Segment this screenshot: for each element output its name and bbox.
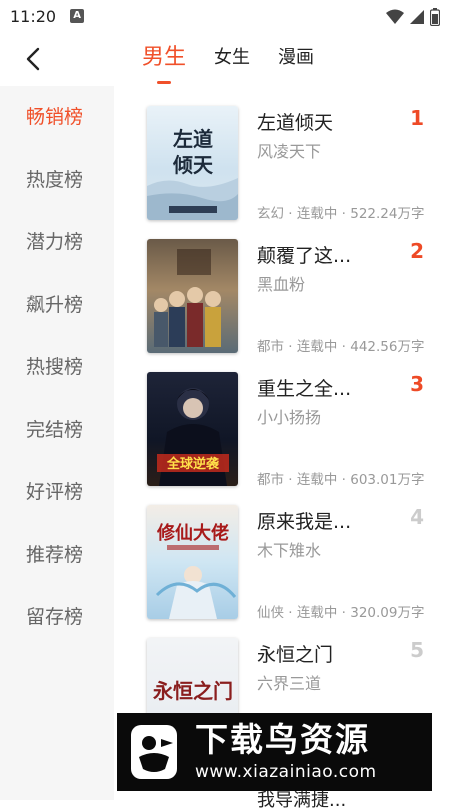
cover-art [154, 249, 221, 347]
sidebar-item-hot-search[interactable]: 热搜榜 [0, 336, 114, 399]
status-bar: 11:20 A [0, 0, 450, 32]
sidebar-item-potential[interactable]: 潜力榜 [0, 211, 114, 274]
book-item[interactable]: 左道 倾天 左道倾天 风凌天下 玄幻 · 连载中 · 522.24万字 1 [114, 86, 450, 222]
sidebar-item-top-rated[interactable]: 好评榜 [0, 461, 114, 524]
a-icon: A [70, 9, 85, 23]
book-title: 重生之全... [257, 378, 352, 400]
wifi-icon [386, 9, 404, 24]
sidebar-item-retention[interactable]: 留存榜 [0, 586, 114, 649]
status-time: 11:20 [10, 6, 57, 26]
chevron-left-icon[interactable] [22, 46, 46, 72]
svg-text:左道: 左道 [173, 127, 213, 151]
book-author: 小小扬扬 [257, 408, 322, 427]
book-author: 风凌天下 [257, 142, 322, 161]
watermark-url: www.xiazainiao.com [195, 762, 377, 782]
svg-text:修仙大佬: 修仙大佬 [156, 522, 229, 544]
book-author: 木下雉水 [257, 541, 322, 560]
cover-art: 左道 倾天 [147, 127, 238, 220]
tab-female[interactable]: 女生 [214, 42, 250, 74]
header: 男生 女生 漫画 [0, 32, 450, 86]
site-watermark: 下载鸟资源 www.xiazainiao.com [117, 713, 432, 791]
book-list: 左道 倾天 左道倾天 风凌天下 玄幻 · 连载中 · 522.24万字 1 颠覆… [114, 86, 450, 800]
rank-number: 4 [410, 505, 424, 529]
book-title: 原来我是... [257, 511, 352, 533]
bird-logo-icon [131, 725, 177, 779]
book-cover [147, 239, 238, 353]
book-cover: 左道 倾天 [147, 106, 238, 220]
svg-text:倾天: 倾天 [172, 153, 214, 177]
watermark-title: 下载鸟资源 [195, 720, 370, 759]
book-title: 永恒之门 [257, 644, 334, 666]
book-title: 颠覆了这... [257, 245, 352, 267]
cover-art: 修仙大佬 [155, 522, 237, 619]
sidebar-item-popular[interactable]: 热度榜 [0, 149, 114, 212]
sidebar-item-rising[interactable]: 飙升榜 [0, 274, 114, 337]
cover-art: 全球逆袭 [157, 388, 229, 486]
book-author: 黑血粉 [257, 275, 306, 294]
ranking-sidebar: 畅销榜 热度榜 潜力榜 飙升榜 热搜榜 完结榜 好评榜 推荐榜 留存榜 [0, 86, 114, 800]
book-cover: 全球逆袭 [147, 372, 238, 486]
book-author: 六界三道 [257, 674, 322, 693]
sidebar-item-recommended[interactable]: 推荐榜 [0, 524, 114, 587]
tab-male[interactable]: 男生 [142, 42, 186, 74]
book-item[interactable]: 修仙大佬 原来我是... 木下雉水 仙侠 · 连载中 · 320.09万字 4 [114, 485, 450, 621]
svg-text:全球逆袭: 全球逆袭 [166, 456, 220, 472]
signal-icon [410, 10, 424, 24]
rank-number: 2 [410, 239, 424, 263]
sidebar-item-bestseller[interactable]: 畅销榜 [0, 86, 114, 149]
svg-text:永恒之门: 永恒之门 [152, 679, 233, 703]
sidebar-item-completed[interactable]: 完结榜 [0, 399, 114, 462]
book-title: 左道倾天 [257, 112, 334, 134]
gender-tabs: 男生 女生 漫画 [142, 42, 342, 74]
rank-number: 1 [410, 106, 424, 130]
watermark-text: 下载鸟资源 www.xiazainiao.com [195, 720, 377, 784]
book-cover: 修仙大佬 [147, 505, 238, 619]
tab-comic[interactable]: 漫画 [278, 42, 314, 74]
rank-number: 5 [410, 638, 424, 662]
book-item[interactable]: 颠覆了这... 黑血粉 都市 · 连载中 · 442.56万字 2 [114, 219, 450, 355]
rank-number: 3 [410, 372, 424, 396]
battery-icon [430, 8, 440, 26]
status-icons [386, 8, 440, 26]
book-item[interactable]: 全球逆袭 重生之全... 小小扬扬 都市 · 连载中 · 603.01万字 3 [114, 352, 450, 488]
